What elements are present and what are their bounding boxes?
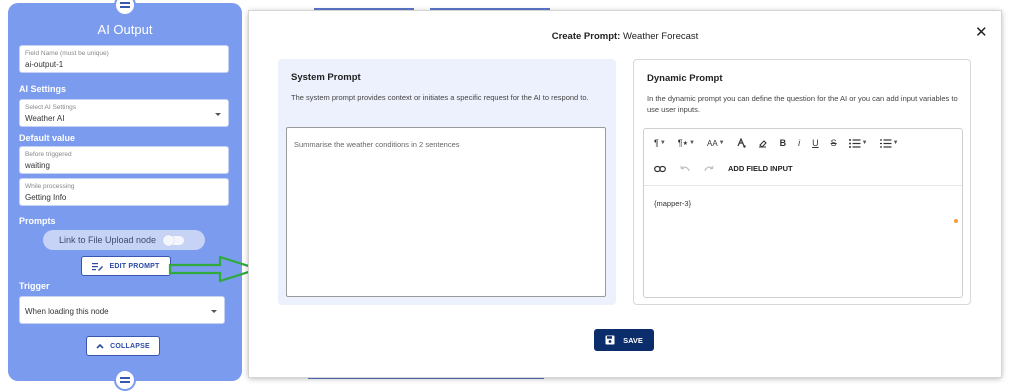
dynamic-prompt-content[interactable]: {mapper-3} xyxy=(654,199,691,208)
node-drag-handle-bottom[interactable] xyxy=(114,369,136,391)
system-prompt-heading: System Prompt xyxy=(291,72,361,83)
bold-button[interactable]: B xyxy=(780,138,787,148)
system-prompt-text: Summarise the weather conditions in 2 se… xyxy=(294,140,460,149)
link-icon xyxy=(654,165,666,172)
bullet-list-icon xyxy=(848,138,861,148)
dynamic-prompt-description: In the dynamic prompt you can define the… xyxy=(647,94,958,114)
default-value-section-label: Default value xyxy=(19,133,76,143)
ai-settings-value: Weather AI xyxy=(25,114,65,123)
modal-title-name: Weather Forecast xyxy=(622,31,699,42)
ai-settings-section-label: AI Settings xyxy=(19,84,67,94)
redo-icon xyxy=(704,165,714,172)
clear-format-button[interactable] xyxy=(758,138,768,148)
system-prompt-textarea[interactable]: Summarise the weather conditions in 2 se… xyxy=(286,127,606,297)
create-prompt-modal: Create Prompt: Weather Forecast ✕ System… xyxy=(249,11,1001,377)
ai-settings-label: Select AI Settings xyxy=(25,104,76,111)
field-name-label: Field Name (must be unique) xyxy=(25,50,109,57)
save-label: SAVE xyxy=(623,335,643,345)
system-prompt-description: The system prompt provides context or in… xyxy=(291,93,589,102)
chevron-up-icon xyxy=(96,343,104,349)
node-drag-handle-top[interactable] xyxy=(114,0,136,16)
while-processing-value: Getting Info xyxy=(25,193,67,202)
dynamic-prompt-card: Dynamic Prompt In the dynamic prompt you… xyxy=(633,59,971,305)
modal-title: Create Prompt: Weather Forecast xyxy=(249,31,1001,42)
toolbar-divider xyxy=(644,185,962,186)
while-processing-input[interactable]: While processing Getting Info xyxy=(19,178,229,206)
edit-prompt-button[interactable]: EDIT PROMPT xyxy=(81,256,171,276)
add-field-input-button[interactable]: ADD FIELD INPUT xyxy=(728,164,793,173)
prompts-section-label: Prompts xyxy=(19,216,56,226)
link-button[interactable] xyxy=(654,165,666,173)
close-icon[interactable]: ✕ xyxy=(975,25,988,40)
text-color-icon xyxy=(737,138,746,148)
save-button[interactable]: SAVE xyxy=(594,329,654,351)
dynamic-prompt-editor: ¶ ▼ ¶ ★ ▼ AA ▼ B i U S ▼ ▼ ADD FIELD INP… xyxy=(643,128,963,298)
trigger-value: When loading this node xyxy=(25,307,109,316)
chevron-down-icon xyxy=(211,310,217,313)
field-name-value: ai-output-1 xyxy=(25,60,64,69)
underline-button[interactable]: U xyxy=(812,138,819,148)
save-icon xyxy=(605,335,615,345)
font-size-icon: AA xyxy=(706,138,718,148)
font-size-button[interactable]: AA ▼ xyxy=(707,139,725,148)
before-triggered-label: Before triggered xyxy=(25,151,72,158)
italic-button[interactable]: i xyxy=(798,138,800,148)
ai-output-node-panel: AI Output Field Name (must be unique) ai… xyxy=(8,0,242,391)
before-triggered-value: waiting xyxy=(25,161,50,170)
system-prompt-card: System Prompt The system prompt provides… xyxy=(278,59,616,305)
trigger-select[interactable]: When loading this node xyxy=(19,296,225,324)
trigger-section-label: Trigger xyxy=(19,281,50,291)
paragraph-format-button[interactable]: ¶ ▼ xyxy=(654,138,666,148)
editor-toolbar-row-2: ADD FIELD INPUT xyxy=(654,164,793,173)
while-processing-label: While processing xyxy=(25,183,75,190)
link-file-upload-toggle[interactable] xyxy=(163,234,185,246)
chevron-down-icon xyxy=(215,113,221,116)
status-dot xyxy=(954,219,958,223)
link-file-upload-toggle-row[interactable]: Link to File Upload node xyxy=(43,230,205,250)
editor-toolbar: ¶ ▼ ¶ ★ ▼ AA ▼ B i U S ▼ ▼ xyxy=(654,138,899,148)
text-color-button[interactable] xyxy=(737,138,746,148)
paragraph-icon: ¶ xyxy=(654,138,659,148)
paragraph-style-button[interactable]: ¶ ★ ▼ xyxy=(678,138,695,148)
ai-settings-select[interactable]: Select AI Settings Weather AI xyxy=(19,99,229,127)
modal-title-prefix: Create Prompt: xyxy=(551,31,621,42)
undo-button[interactable] xyxy=(680,165,690,172)
edit-prompt-label: EDIT PROMPT xyxy=(109,262,160,270)
numbered-list-icon xyxy=(879,138,892,148)
eraser-icon xyxy=(758,140,767,148)
bullet-list-button[interactable]: ▼ xyxy=(848,138,868,148)
undo-icon xyxy=(680,165,690,172)
strikethrough-button[interactable]: S xyxy=(831,138,837,148)
node-title: AI Output xyxy=(97,22,153,37)
redo-button[interactable] xyxy=(704,165,714,172)
link-file-upload-label: Link to File Upload node xyxy=(59,235,157,245)
collapse-button[interactable]: COLLAPSE xyxy=(86,336,160,356)
field-name-input[interactable]: Field Name (must be unique) ai-output-1 xyxy=(19,45,229,73)
collapse-label: COLLAPSE xyxy=(110,342,150,350)
dynamic-prompt-heading: Dynamic Prompt xyxy=(647,73,723,84)
green-arrow-icon xyxy=(168,255,262,283)
before-triggered-input[interactable]: Before triggered waiting xyxy=(19,146,229,174)
edit-list-icon xyxy=(92,262,104,271)
numbered-list-button[interactable]: ▼ xyxy=(879,138,899,148)
